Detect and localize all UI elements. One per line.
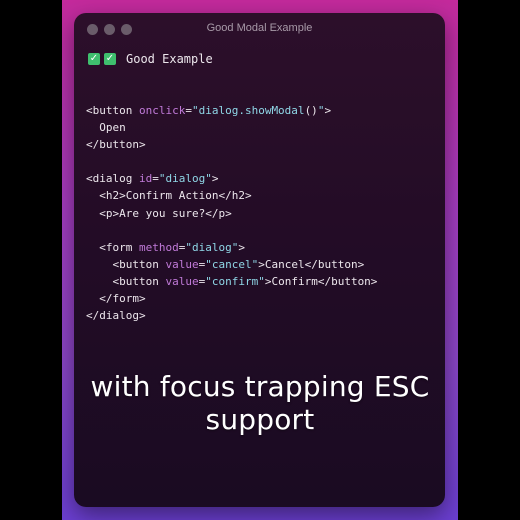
code-token: <h2> <box>86 189 126 203</box>
caption-line-1: with focus trapping ESC <box>90 370 430 403</box>
code-line: <button value="confirm">Confirm</button> <box>86 273 377 290</box>
code-token: </h2> <box>218 189 252 203</box>
check-icon: ✓ <box>104 53 116 65</box>
code-line: Open <box>86 119 377 136</box>
code-token: Are you sure? <box>119 206 206 220</box>
code-token: Cancel <box>264 257 305 271</box>
code-token: <button <box>86 257 166 271</box>
code-token: </p> <box>205 206 232 220</box>
code-line: </button> <box>86 136 377 153</box>
code-token: <form <box>86 240 139 254</box>
code-token: <button <box>86 104 139 117</box>
code-line: <h2>Confirm Action</h2> <box>86 187 377 204</box>
window-title: Good Modal Example <box>206 22 313 34</box>
code-token: Confirm <box>271 274 318 288</box>
code-token: </dialog> <box>86 309 146 323</box>
code-token: > <box>211 172 219 186</box>
title-bar: Good Modal Example <box>74 13 445 45</box>
code-token: Open <box>86 121 126 135</box>
code-token: id <box>138 172 153 186</box>
code-token: </button> <box>317 274 378 288</box>
code-token: "confirm" <box>205 274 265 288</box>
code-token: "dialog.showModal <box>191 104 305 117</box>
code-line: </form> <box>86 290 377 307</box>
check-icon: ✓ <box>88 53 100 65</box>
code-block: <button onclick="dialog.showModal()"> Op… <box>86 102 377 324</box>
code-token: = <box>185 104 192 117</box>
code-line: </dialog> <box>86 307 377 324</box>
code-token: </form> <box>86 292 146 306</box>
code-line: <button onclick="dialog.showModal()"> <box>86 102 377 119</box>
code-token: <dialog <box>86 172 139 186</box>
code-token: "cancel" <box>205 257 259 271</box>
code-token: Confirm Action <box>125 189 219 203</box>
code-token: method <box>138 240 179 254</box>
code-token: > <box>238 240 245 254</box>
background-gradient: Good Modal Example ✓ ✓ Good Example <but… <box>62 0 458 520</box>
code-token: </button> <box>304 257 365 271</box>
code-token: = <box>152 172 159 186</box>
caption-line-2: support <box>205 403 315 436</box>
example-heading: ✓ ✓ Good Example <box>88 51 213 67</box>
code-token: > <box>258 257 265 271</box>
code-token: onclick <box>138 104 186 117</box>
code-token: </button> <box>86 138 146 152</box>
code-token: "dialog" <box>158 172 212 186</box>
code-token: "dialog" <box>185 240 239 254</box>
code-line: <button value="cancel">Cancel</button> <box>86 256 377 273</box>
code-token: () <box>304 104 318 117</box>
caption: with focus trapping ESC support <box>0 370 520 436</box>
code-line: <form method="dialog"> <box>86 239 377 256</box>
code-token: <button <box>86 274 166 288</box>
code-token: > <box>324 104 332 117</box>
code-line: <p>Are you sure?</p> <box>86 205 377 222</box>
code-token: value <box>165 257 199 271</box>
code-token: value <box>165 274 199 288</box>
code-token: <p> <box>86 206 120 220</box>
heading-text: Good Example <box>126 52 213 66</box>
code-line: <dialog id="dialog"> <box>86 170 377 187</box>
